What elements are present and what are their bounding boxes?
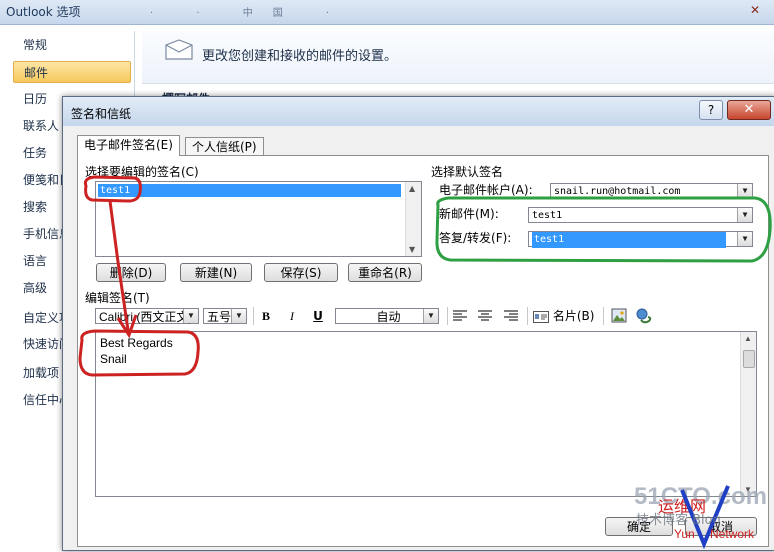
scroll-down-icon[interactable]: ▼ (744, 485, 752, 494)
scroll-down-icon[interactable]: ▼ (409, 245, 415, 254)
tab-personal-stationery[interactable]: 个人信纸(P) (185, 137, 264, 156)
editor-line: Snail (100, 352, 127, 366)
chevron-down-icon[interactable]: ▼ (737, 184, 752, 198)
font-value: Calibri (西文正文) (99, 310, 193, 324)
business-card-icon (533, 310, 549, 323)
cancel-button[interactable]: 取消 (685, 517, 757, 536)
toolbar-separator (447, 307, 448, 325)
new-messages-label: 新邮件(M): (439, 207, 499, 221)
envelope-icon (165, 39, 193, 60)
scroll-up-icon[interactable]: ▲ (409, 184, 415, 193)
options-mail-header: 更改您创建和接收的邮件的设置。 (142, 31, 774, 84)
scroll-up-icon[interactable]: ▲ (744, 334, 752, 343)
default-signature-group-label: 选择默认签名 (431, 165, 504, 179)
signatures-dialog: 签名和信纸 ? ✕ 电子邮件签名(E) 个人信纸(P) 选择要编辑的签名(C) … (62, 96, 774, 551)
toolbar-separator (527, 307, 528, 325)
dialog-titlebar: 签名和信纸 ? ✕ (63, 97, 774, 126)
toolbar-separator (253, 307, 254, 325)
signature-list-scrollbar[interactable]: ▲ ▼ (405, 182, 421, 256)
chevron-down-icon[interactable]: ▼ (231, 309, 246, 323)
chevron-down-icon[interactable]: ▼ (183, 309, 198, 323)
signature-list-item[interactable]: test1 (98, 184, 401, 197)
align-right-icon[interactable] (503, 307, 519, 325)
font-size-select[interactable]: 五号 ▼ (203, 308, 247, 324)
options-close-button[interactable]: ✕ (744, 3, 766, 19)
edit-signature-label: 编辑签名(T) (85, 291, 150, 305)
dialog-title: 签名和信纸 (71, 107, 132, 121)
options-titlebar-blurred-text: · · 中国 · (150, 8, 350, 19)
email-account-label: 电子邮件帐户(A): (439, 183, 533, 197)
italic-button[interactable]: I (285, 307, 299, 325)
font-size-value: 五号 (207, 310, 232, 324)
chevron-down-icon[interactable]: ▼ (737, 232, 752, 246)
font-color-value: 自动 (376, 310, 401, 324)
chevron-down-icon[interactable]: ▼ (737, 208, 752, 222)
save-button[interactable]: 保存(S) (264, 263, 338, 282)
formatting-toolbar: Calibri (西文正文) ▼ 五号 ▼ B I U 自动 ▼ 名片(B) (95, 305, 755, 327)
new-messages-value: test1 (532, 210, 563, 221)
email-account-value: snail.run@hotmail.com (554, 186, 681, 197)
nav-item-mail[interactable]: 邮件 (13, 61, 131, 83)
business-card-label: 名片(B) (552, 309, 595, 323)
bold-button[interactable]: B (259, 307, 273, 325)
insert-picture-icon[interactable] (611, 307, 627, 325)
editor-scrollbar[interactable]: ▲ ▼ (740, 332, 756, 496)
font-color-select[interactable]: 自动 ▼ (335, 308, 439, 324)
scroll-thumb[interactable] (743, 350, 755, 368)
tab-email-signature[interactable]: 电子邮件签名(E) (77, 135, 180, 156)
rename-button[interactable]: 重命名(R) (348, 263, 422, 282)
ok-button[interactable]: 确定 (605, 517, 673, 536)
delete-button[interactable]: 删除(D) (96, 263, 166, 282)
options-titlebar: Outlook 选项 · · 中国 · ✕ (0, 0, 774, 25)
underline-button[interactable]: U (311, 307, 325, 325)
options-title: Outlook 选项 (6, 5, 81, 19)
editor-line: Best Regards (100, 336, 173, 350)
close-button[interactable]: ✕ (727, 100, 771, 120)
signature-editor[interactable]: Best Regards Snail ▲ ▼ (95, 331, 757, 497)
new-messages-select[interactable]: test1 ▼ (528, 207, 753, 223)
email-account-select[interactable]: snail.run@hotmail.com ▼ (550, 183, 753, 199)
align-left-icon[interactable] (452, 307, 468, 325)
new-button[interactable]: 新建(N) (180, 263, 252, 282)
business-card-button[interactable]: 名片(B) (533, 307, 595, 325)
nav-item-general[interactable]: 常规 (13, 34, 131, 56)
help-button[interactable]: ? (699, 100, 723, 120)
font-select[interactable]: Calibri (西文正文) ▼ (95, 308, 199, 324)
align-center-icon[interactable] (477, 307, 493, 325)
replies-forwards-select[interactable]: test1 ▼ (528, 231, 753, 248)
toolbar-separator (603, 307, 604, 325)
options-mail-description: 更改您创建和接收的邮件的设置。 (202, 49, 398, 64)
replies-forwards-value: test1 (532, 232, 726, 248)
select-signature-label: 选择要编辑的签名(C) (85, 165, 199, 179)
signature-list[interactable]: test1 ▲ ▼ (95, 181, 422, 257)
insert-hyperlink-icon[interactable] (635, 307, 653, 325)
chevron-down-icon[interactable]: ▼ (423, 309, 438, 323)
replies-forwards-label: 答复/转发(F): (439, 231, 512, 245)
